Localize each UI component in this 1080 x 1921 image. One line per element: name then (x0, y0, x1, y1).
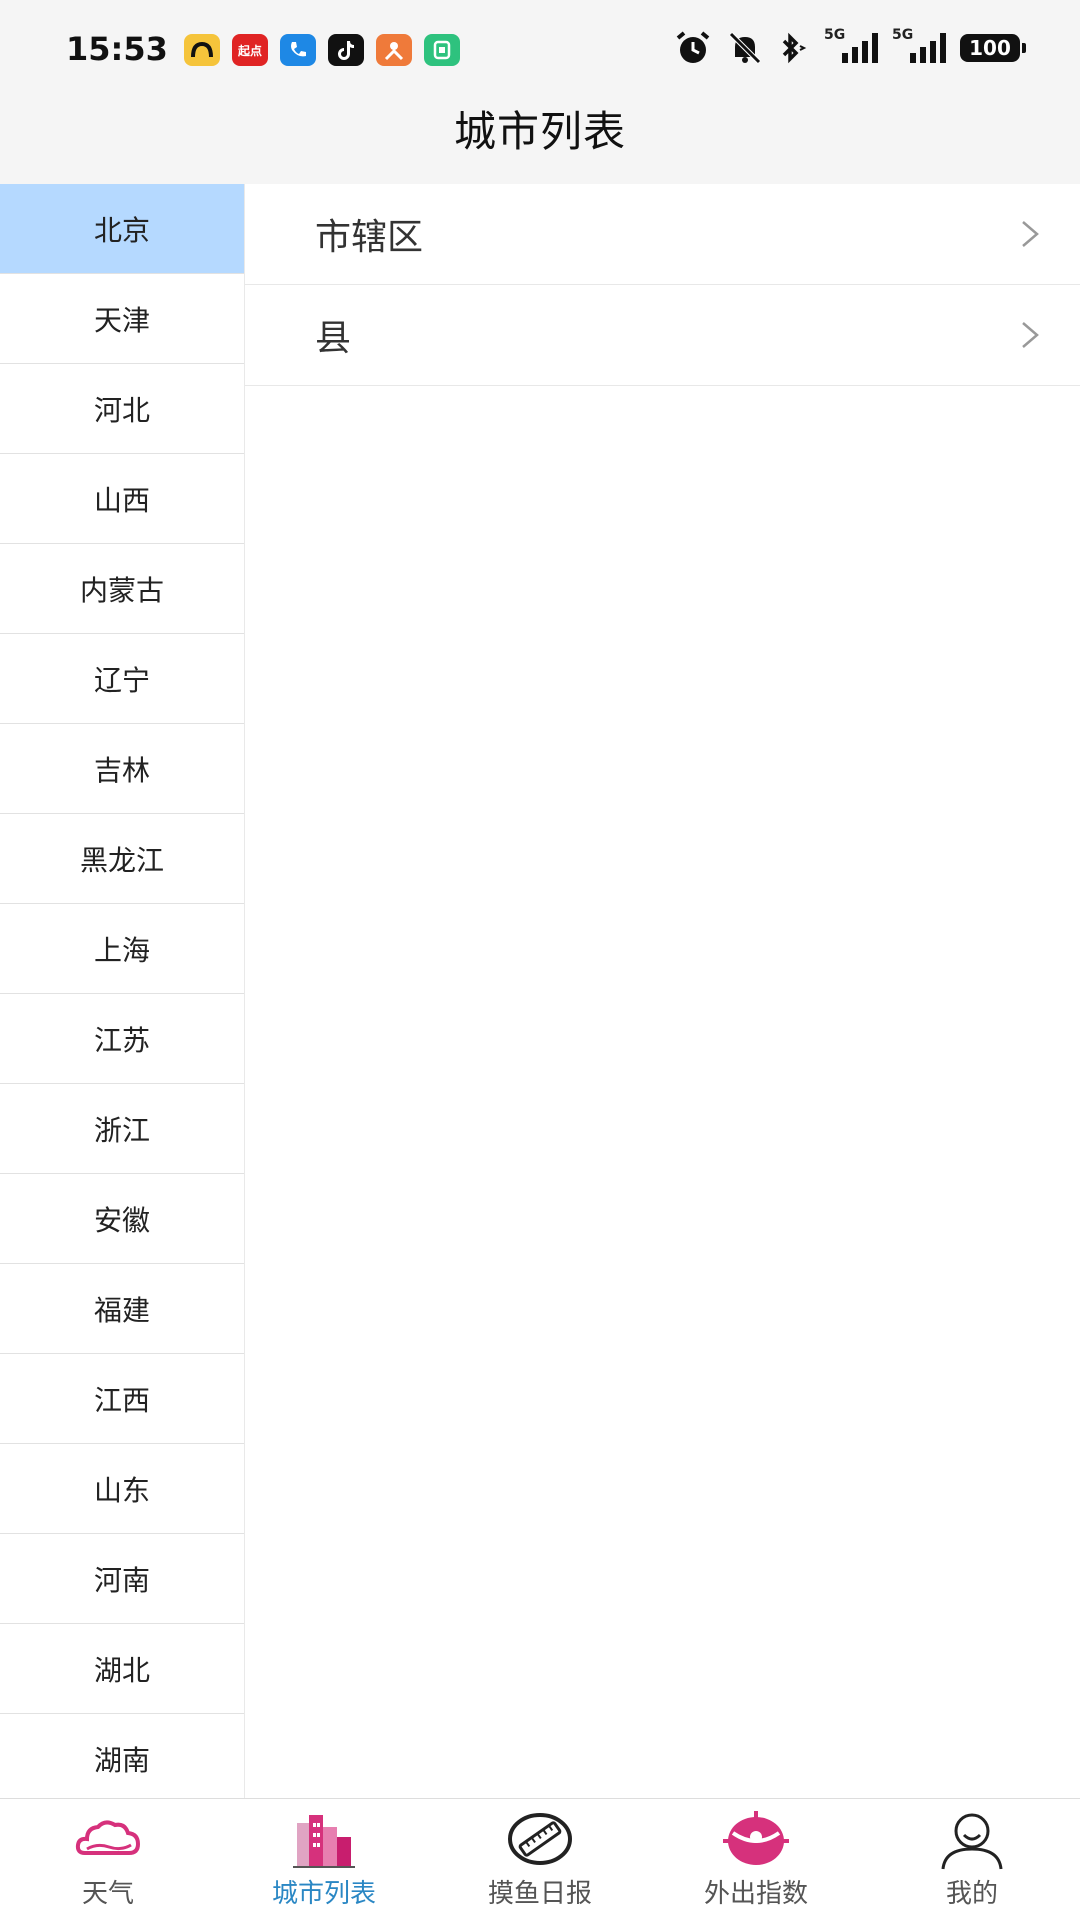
province-item[interactable]: 山西 (0, 454, 244, 544)
sub-region-item-shixiaqu[interactable]: 市辖区 (245, 184, 1080, 285)
page-title: 城市列表 (453, 107, 626, 156)
tab-label: 外出指数 (703, 1879, 808, 1909)
qidian-icon: 起点 (232, 34, 268, 66)
system-status-icons: 5G 5G 100 (674, 27, 1026, 64)
province-item[interactable]: 天津 (0, 274, 244, 364)
province-item[interactable]: 北京 (0, 184, 244, 274)
bottom-tab-bar: 天气 城市列表 摸鱼日报 外出指数 我的 (0, 1798, 1080, 1921)
tab-label: 城市列表 (271, 1879, 376, 1909)
top-bar: 15:53 起点 5G 5G 100 城市列表 (0, 0, 1080, 185)
orange-app-icon (376, 34, 412, 66)
mute-bell-icon (726, 32, 764, 64)
status-bar: 15:53 起点 5G 5G 100 (0, 0, 1080, 100)
tab-label: 摸鱼日报 (487, 1879, 592, 1909)
tab-label: 我的 (945, 1879, 998, 1909)
status-time: 15:53 (66, 30, 168, 68)
province-item[interactable]: 湖北 (0, 1624, 244, 1714)
alarm-icon (674, 31, 712, 64)
tab-weather[interactable]: 天气 (0, 1799, 216, 1921)
province-item[interactable]: 吉林 (0, 724, 244, 814)
ruler-icon (508, 1813, 572, 1865)
person-icon (941, 1813, 1003, 1870)
province-item[interactable]: 河南 (0, 1534, 244, 1624)
province-item[interactable]: 山东 (0, 1444, 244, 1534)
cloud-icon (75, 1820, 141, 1855)
city-buildings-icon (293, 1815, 355, 1868)
province-item[interactable]: 内蒙古 (0, 544, 244, 634)
signal-strength-2-icon: 5G (892, 27, 946, 63)
province-item[interactable]: 上海 (0, 904, 244, 994)
amap-icon (184, 34, 220, 66)
sub-region-list: 市辖区 县 (245, 184, 1080, 1798)
tab-mine[interactable]: 我的 (864, 1799, 1080, 1921)
sub-region-item-xian[interactable]: 县 (245, 285, 1080, 386)
bluetooth-icon (778, 32, 810, 64)
province-item[interactable]: 江苏 (0, 994, 244, 1084)
chevron-right-icon (1022, 221, 1039, 247)
province-item[interactable]: 安徽 (0, 1174, 244, 1264)
sub-region-label: 市辖区 (315, 217, 424, 258)
green-app-icon (424, 34, 460, 66)
province-list[interactable]: 北京 天津 河北 山西 内蒙古 辽宁 吉林 黑龙江 上海 江苏 浙江 安徽 福建 江西 山东 河南 湖北 湖南 (0, 184, 245, 1798)
tab-city-list[interactable]: 城市列表 (216, 1799, 432, 1921)
notification-app-icons: 起点 (184, 34, 460, 66)
target-icon (723, 1811, 789, 1865)
province-item[interactable]: 河北 (0, 364, 244, 454)
tab-outing-index[interactable]: 外出指数 (648, 1799, 864, 1921)
tab-label: 天气 (81, 1879, 134, 1909)
chevron-right-icon (1022, 322, 1039, 348)
phone-app-icon (280, 34, 316, 66)
province-item[interactable]: 辽宁 (0, 634, 244, 724)
province-item[interactable]: 黑龙江 (0, 814, 244, 904)
province-item[interactable]: 江西 (0, 1354, 244, 1444)
sub-region-label: 县 (315, 318, 352, 359)
tiktok-icon (328, 34, 364, 66)
signal-strength-1-icon: 5G (824, 27, 878, 63)
province-item[interactable]: 福建 (0, 1264, 244, 1354)
province-item[interactable]: 湖南 (0, 1714, 244, 1798)
battery-icon: 100 (960, 34, 1026, 62)
province-item[interactable]: 浙江 (0, 1084, 244, 1174)
tab-moyu-daily[interactable]: 摸鱼日报 (432, 1799, 648, 1921)
